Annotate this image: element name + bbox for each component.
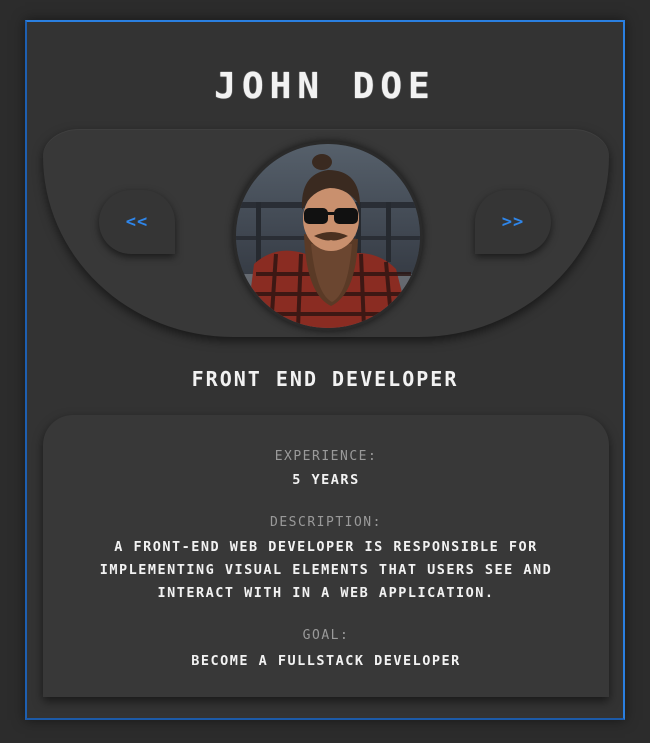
details-panel: EXPERIENCE: 5 YEARS DESCRIPTION: A FRONT… <box>43 415 609 697</box>
description-value: A FRONT-END WEB DEVELOPER IS RESPONSIBLE… <box>99 539 553 601</box>
avatar-carousel: << >> <box>43 129 609 337</box>
profile-card: JOHN DOE << >> FRONT END DEVELOPER EXPER… <box>25 20 625 720</box>
profile-photo <box>236 144 420 328</box>
profile-name: JOHN DOE <box>214 66 436 107</box>
previous-button[interactable]: << <box>99 190 175 254</box>
job-title: FRONT END DEVELOPER <box>191 367 459 391</box>
avatar <box>233 141 423 331</box>
experience-value: 5 YEARS <box>292 472 360 488</box>
experience-label: EXPERIENCE: <box>274 449 378 464</box>
goal-label: GOAL: <box>302 628 350 643</box>
description-label: DESCRIPTION: <box>270 515 382 530</box>
goal-value: BECOME A FULLSTACK DEVELOPER <box>191 653 461 669</box>
next-button[interactable]: >> <box>475 190 551 254</box>
